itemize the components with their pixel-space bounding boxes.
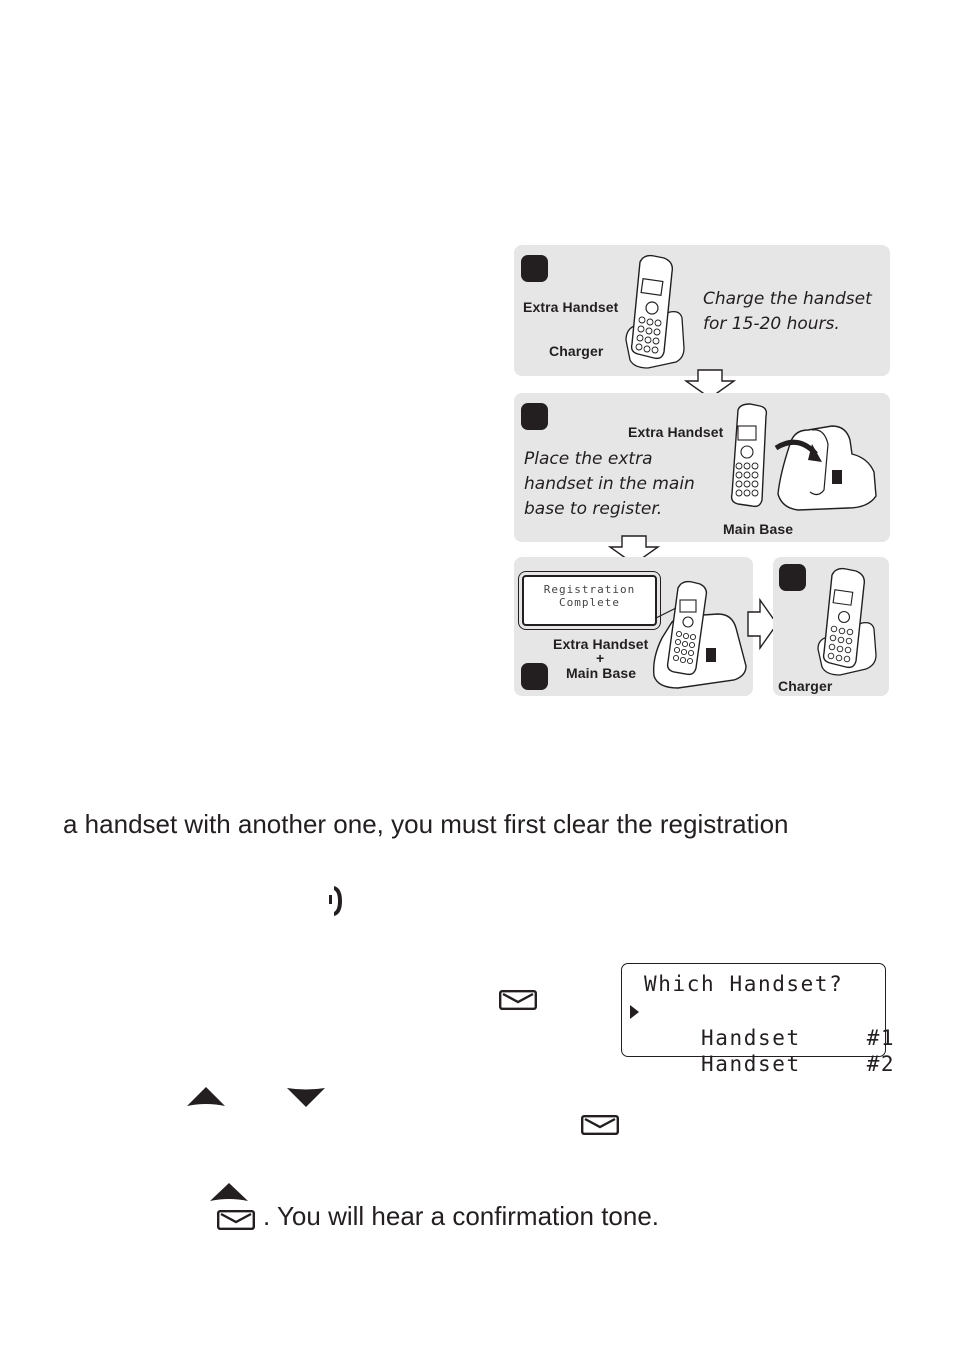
step1-charger-label: Charger — [549, 343, 604, 359]
paragraph-line: a handset with another one, you must fir… — [63, 809, 789, 839]
envelope-select-icon-3[interactable] — [217, 1210, 255, 1231]
envelope-select-icon-2[interactable] — [581, 1115, 619, 1136]
selection-cursor-icon — [630, 1005, 639, 1019]
step2-instruction-line3: base to register. — [524, 499, 663, 519]
step1-badge — [521, 255, 548, 282]
step3-label-plus: + — [596, 650, 605, 666]
step2-base-label: Main Base — [723, 521, 794, 537]
step2-handset-label: Extra Handset — [628, 424, 724, 440]
handset-in-charger-2-icon — [817, 567, 877, 676]
step2-badge — [521, 403, 548, 430]
step3-badge — [521, 663, 548, 690]
handset-on-base-icon — [652, 580, 747, 689]
registration-complete-display: Registration Complete — [522, 575, 657, 626]
lcd-option-2[interactable]: Handset #2 — [644, 1024, 895, 1104]
step3-label-line2: Main Base — [566, 665, 637, 681]
down-triangle-icon[interactable] — [286, 1086, 326, 1108]
step2-instruction-line2: handset in the main — [524, 474, 695, 494]
up-triangle-icon[interactable] — [186, 1086, 226, 1108]
display-line1: Registration — [543, 583, 636, 596]
step4-charger-label: Charger — [778, 678, 833, 694]
which-handset-display: Which Handset? Handset #1 Handset #2 — [621, 963, 894, 1076]
display-line2: Complete — [559, 596, 620, 609]
step4-badge — [779, 564, 806, 591]
step1-instruction-line1: Charge the handset — [703, 289, 872, 309]
lcd-option-2-number: #2 — [866, 1051, 896, 1076]
lcd-title: Which Handset? — [644, 972, 844, 996]
step1-instruction-line2: for 15-20 hours. — [703, 314, 840, 334]
lcd-option-2-label: Handset — [700, 1051, 801, 1076]
step2-instruction-line1: Place the extra — [524, 449, 653, 469]
confirmation-text: . You will hear a confirmation tone. — [263, 1201, 660, 1231]
step1-handset-label: Extra Handset — [523, 299, 619, 315]
handset-in-charger-icon — [625, 254, 685, 369]
talk-phone-icon — [329, 886, 342, 916]
envelope-select-icon[interactable] — [499, 990, 537, 1011]
up-triangle-icon-2[interactable] — [209, 1182, 249, 1202]
handset-to-base-icon — [730, 403, 877, 511]
